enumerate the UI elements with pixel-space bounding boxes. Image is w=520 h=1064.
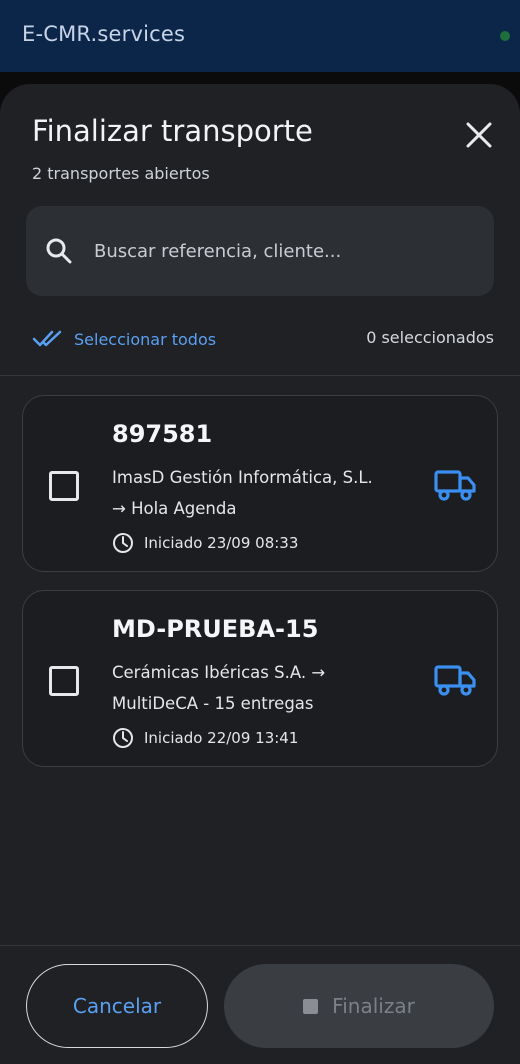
search-input[interactable]	[94, 226, 474, 276]
finish-label: Finalizar	[332, 994, 415, 1018]
started-label: Iniciado 23/09 08:33	[144, 534, 299, 552]
stop-icon	[303, 998, 319, 1014]
transport-route: Cerámicas Ibéricas S.A. → MultiDeCA - 15…	[112, 657, 422, 719]
divider	[0, 375, 520, 376]
clock-icon	[113, 728, 133, 748]
transport-card[interactable]: MD-PRUEBA-15 Cerámicas Ibéricas S.A. → M…	[22, 590, 498, 767]
transport-checkbox[interactable]	[49, 666, 79, 696]
route-line-origin: ImasD Gestión Informática, S.L.	[112, 468, 373, 487]
close-button[interactable]	[464, 120, 494, 150]
truck-icon	[434, 470, 476, 501]
route-line-destination: → Hola Agenda	[112, 499, 237, 518]
selected-count: 0 seleccionados	[366, 328, 494, 347]
transport-reference: MD-PRUEBA-15	[112, 615, 319, 643]
search-box	[26, 206, 494, 296]
cancel-button[interactable]: Cancelar	[26, 964, 208, 1048]
app-bar: E-CMR.services	[0, 0, 520, 72]
app-title: E-CMR.services	[22, 22, 186, 46]
transport-started: Iniciado 22/09 13:41	[112, 727, 298, 749]
truck-icon	[434, 665, 476, 696]
double-check-icon	[32, 330, 62, 347]
open-transports-count: 2 transportes abiertos	[32, 164, 210, 183]
transport-started: Iniciado 23/09 08:33	[112, 532, 298, 554]
select-all-label: Seleccionar todos	[74, 329, 217, 349]
clock-icon	[113, 533, 133, 553]
search-icon	[46, 238, 72, 264]
transport-checkbox[interactable]	[49, 471, 79, 501]
footer-divider	[0, 945, 520, 946]
finish-button[interactable]: Finalizar	[224, 964, 494, 1048]
sheet-title: Finalizar transporte	[32, 114, 313, 148]
transport-route: ImasD Gestión Informática, S.L. → Hola A…	[112, 462, 422, 524]
finish-transport-sheet: Finalizar transporte 2 transportes abier…	[0, 84, 520, 1064]
status-dot	[500, 31, 510, 41]
select-all-button[interactable]: Seleccionar todos	[32, 326, 216, 352]
started-label: Iniciado 22/09 13:41	[144, 729, 299, 747]
route-line-origin: Cerámicas Ibéricas S.A. →	[112, 663, 326, 682]
transport-reference: 897581	[112, 420, 213, 448]
transport-card[interactable]: 897581 ImasD Gestión Informática, S.L. →…	[22, 395, 498, 572]
close-icon	[466, 122, 492, 148]
route-line-destination: MultiDeCA - 15 entregas	[112, 694, 314, 713]
